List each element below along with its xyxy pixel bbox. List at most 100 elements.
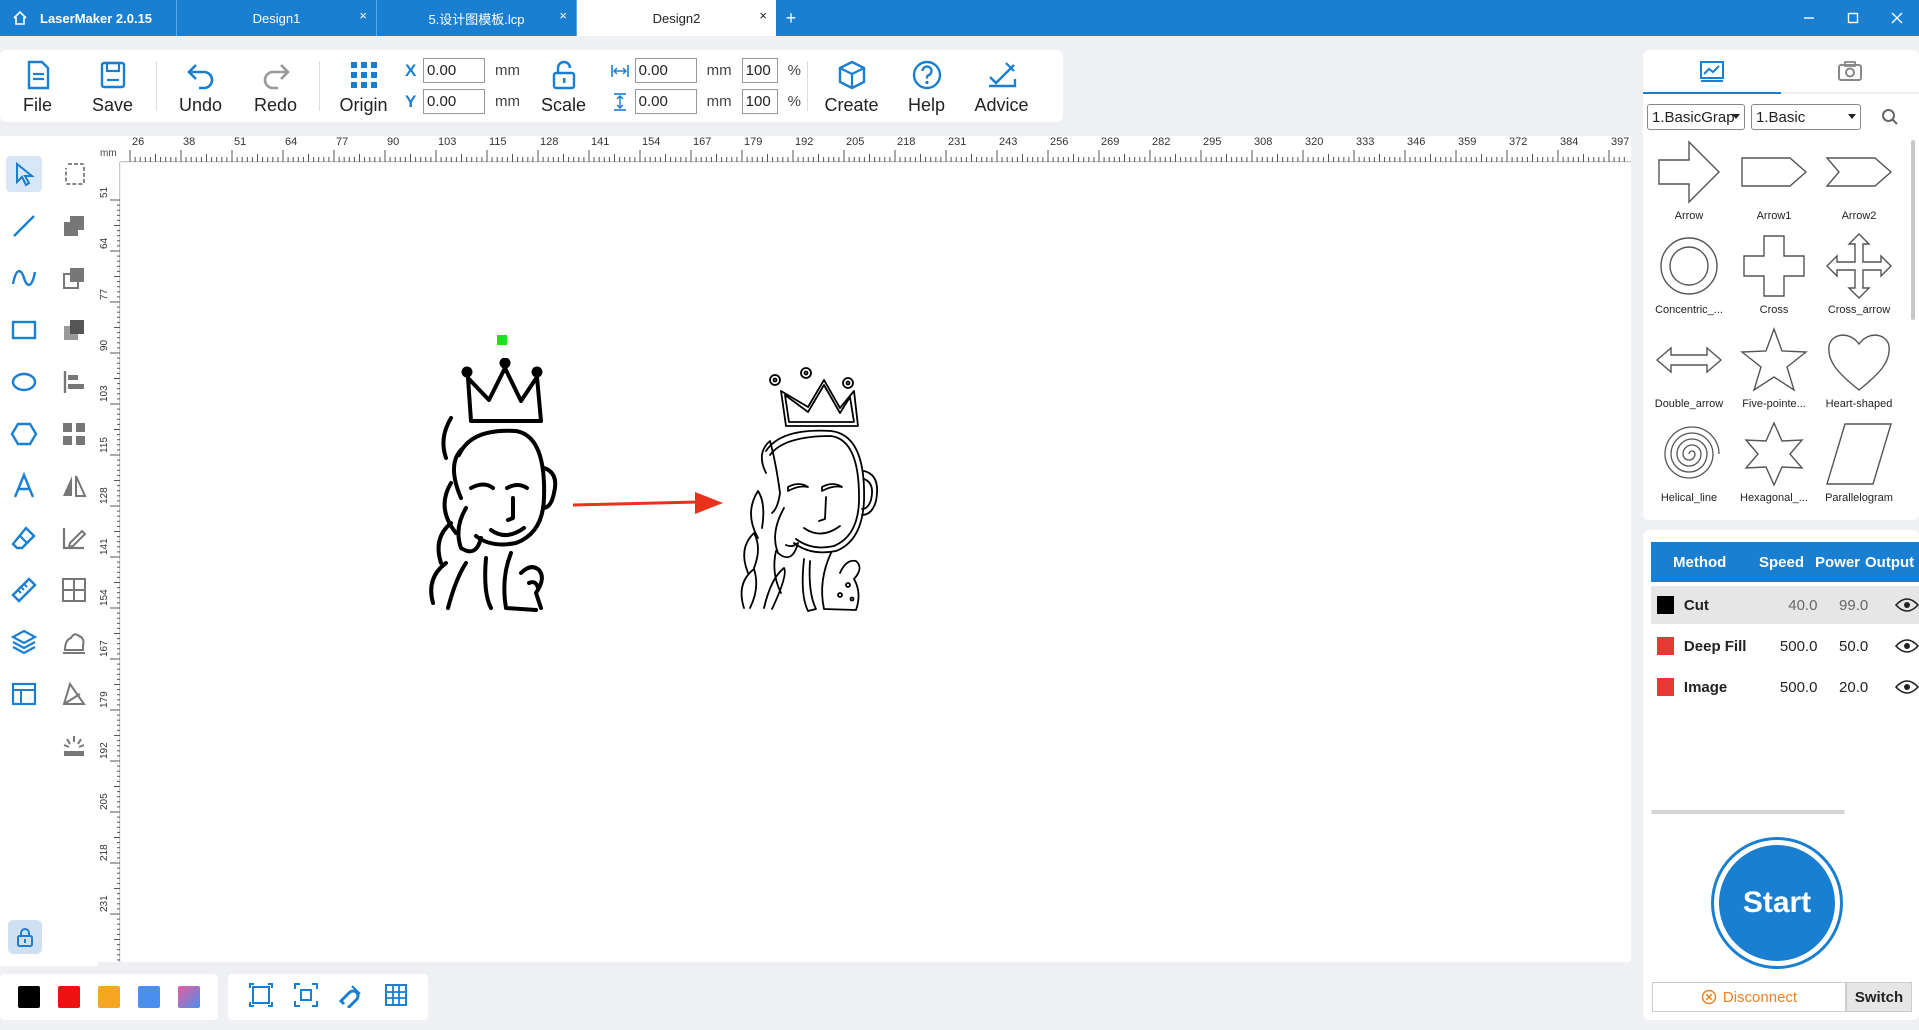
- file-button[interactable]: File: [0, 51, 75, 121]
- measure-tool[interactable]: [6, 572, 42, 608]
- close-window-button[interactable]: [1875, 0, 1919, 36]
- library-search-button[interactable]: [1877, 104, 1903, 130]
- line-tool[interactable]: [6, 208, 42, 244]
- create-button[interactable]: Create: [814, 51, 889, 121]
- array-tool[interactable]: [56, 416, 92, 452]
- color-swatch-black[interactable]: [18, 986, 40, 1008]
- design-canvas[interactable]: [121, 163, 1631, 962]
- layer-visibility-toggle[interactable]: [1868, 679, 1919, 695]
- tab-design1[interactable]: Design1 ×: [176, 0, 376, 36]
- shape-concentric[interactable]: Concentric_...: [1647, 228, 1731, 322]
- layer-color[interactable]: [1657, 596, 1674, 614]
- shape-arrow2[interactable]: Arrow2: [1817, 134, 1901, 228]
- select-tool[interactable]: [6, 156, 42, 192]
- snap-button[interactable]: [338, 982, 364, 1013]
- x-position-input[interactable]: [423, 58, 485, 83]
- help-button[interactable]: Help: [889, 51, 964, 121]
- intersect-tool[interactable]: [56, 312, 92, 348]
- close-icon[interactable]: ×: [559, 9, 567, 22]
- width-input[interactable]: [634, 58, 697, 83]
- mirror-icon: [63, 475, 87, 497]
- shape-helical-line[interactable]: Helical_line: [1647, 416, 1731, 510]
- fit-page-button[interactable]: [248, 982, 274, 1013]
- curve-tool[interactable]: [6, 260, 42, 296]
- color-swatch-gradient[interactable]: [178, 986, 200, 1008]
- shape-double-arrow[interactable]: Double_arrow: [1647, 322, 1731, 416]
- layout-tool[interactable]: [6, 676, 42, 712]
- shape-heart[interactable]: Heart-shaped: [1817, 322, 1901, 416]
- shape-label: Arrow1: [1756, 210, 1792, 222]
- undo-button[interactable]: Undo: [163, 51, 238, 121]
- distribute-tool[interactable]: [56, 572, 92, 608]
- width-percent-input[interactable]: [741, 58, 778, 83]
- close-icon[interactable]: ×: [759, 9, 767, 22]
- tab-design2[interactable]: Design2 ×: [576, 0, 776, 36]
- start-button[interactable]: Start: [1714, 840, 1840, 966]
- align-tool[interactable]: [56, 364, 92, 400]
- shape-arrow[interactable]: Arrow: [1647, 134, 1731, 228]
- category-select[interactable]: 1.BasicGrap: [1647, 104, 1745, 130]
- queen-sketch-image[interactable]: [421, 358, 581, 618]
- height-input[interactable]: [634, 89, 697, 114]
- switch-button[interactable]: Switch: [1846, 982, 1912, 1012]
- chevron-arrow-icon: [1825, 157, 1893, 187]
- save-button[interactable]: Save: [75, 51, 150, 121]
- stamp-tool[interactable]: [56, 624, 92, 660]
- origin-button[interactable]: Origin: [326, 51, 401, 121]
- subcategory-select[interactable]: 1.Basic: [1751, 104, 1861, 130]
- color-swatch-orange[interactable]: [98, 986, 120, 1008]
- laser-test-tool[interactable]: [56, 728, 92, 764]
- maximize-button[interactable]: [1831, 0, 1875, 36]
- subtract-tool[interactable]: [56, 260, 92, 296]
- shape-parallelogram[interactable]: Parallelogram: [1817, 416, 1901, 510]
- layer-row-cut[interactable]: Cut 40.0 99.0: [1651, 586, 1919, 624]
- mirror-tool[interactable]: [56, 468, 92, 504]
- layers-tool[interactable]: [6, 624, 42, 660]
- tab-template[interactable]: 5.设计图模板.lcp ×: [376, 0, 576, 36]
- tab-image-library[interactable]: [1643, 50, 1781, 94]
- queen-outline-vector[interactable]: [736, 363, 896, 613]
- disconnect-button[interactable]: Disconnect: [1652, 982, 1846, 1012]
- grid-button[interactable]: [383, 982, 409, 1013]
- shape-hexagonal-star[interactable]: Hexagonal_...: [1732, 416, 1816, 510]
- union-tool[interactable]: [56, 208, 92, 244]
- tab-camera[interactable]: [1781, 50, 1919, 94]
- layer-row-deep-fill[interactable]: Deep Fill 500.0 50.0: [1651, 627, 1919, 665]
- shape-cross-arrow[interactable]: Cross_arrow: [1817, 228, 1901, 322]
- polygon-tool[interactable]: [6, 416, 42, 452]
- rectangle-tool[interactable]: [6, 312, 42, 348]
- layer-color[interactable]: [1657, 678, 1674, 696]
- lock-button[interactable]: [8, 920, 42, 954]
- layer-list-scrollbar[interactable]: [1651, 810, 1845, 814]
- layer-visibility-toggle[interactable]: [1868, 597, 1919, 613]
- minimize-button[interactable]: [1787, 0, 1831, 36]
- eraser-tool[interactable]: [6, 520, 42, 556]
- shape-label: Hexagonal_...: [1740, 492, 1808, 504]
- fit-selection-button[interactable]: [293, 982, 319, 1013]
- layer-visibility-toggle[interactable]: [1868, 638, 1919, 654]
- layer-row-image[interactable]: Image 500.0 20.0: [1651, 668, 1919, 706]
- add-tab-button[interactable]: +: [776, 0, 806, 36]
- shape-five-pointed-star[interactable]: Five-pointe...: [1732, 322, 1816, 416]
- color-swatch-blue[interactable]: [138, 986, 160, 1008]
- shape-cross[interactable]: Cross: [1732, 228, 1816, 322]
- ellipse-tool[interactable]: [6, 364, 42, 400]
- close-icon[interactable]: ×: [359, 9, 367, 22]
- layer-table-header: Method Speed Power Output: [1651, 542, 1919, 582]
- shape-list-scrollbar[interactable]: [1911, 140, 1915, 320]
- selection-handle[interactable]: [497, 335, 507, 345]
- color-swatch-red[interactable]: [58, 986, 80, 1008]
- path-tool[interactable]: [56, 676, 92, 712]
- y-position-input[interactable]: [423, 89, 485, 114]
- home-button[interactable]: [0, 0, 40, 36]
- shape-arrow1[interactable]: Arrow1: [1732, 134, 1816, 228]
- scale-lock-button[interactable]: Scale: [526, 51, 601, 121]
- draw-edit-tool[interactable]: [56, 520, 92, 556]
- advice-button[interactable]: Advice: [964, 51, 1039, 121]
- text-tool[interactable]: [6, 468, 42, 504]
- height-percent-input[interactable]: [741, 89, 778, 114]
- node-edit-tool[interactable]: [56, 156, 92, 192]
- layer-color[interactable]: [1657, 637, 1674, 655]
- title-bar: LaserMaker 2.0.15 Design1 × 5.设计图模板.lcp …: [0, 0, 1919, 36]
- redo-button[interactable]: Redo: [238, 51, 313, 121]
